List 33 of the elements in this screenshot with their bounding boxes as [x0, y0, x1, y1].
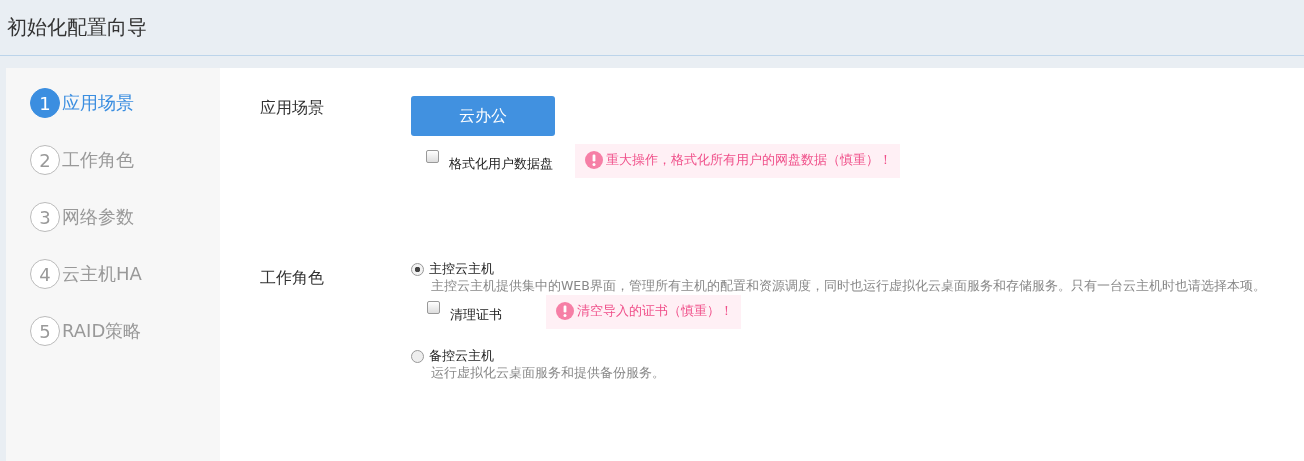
step-label: 网络参数: [62, 205, 134, 229]
step-item[interactable]: 3 网络参数: [30, 202, 134, 232]
role-description: 运行虚拟化云桌面服务和提供备份服务。: [431, 365, 666, 382]
role-description: 主控云主机提供集中的WEB界面，管理所有主机的配置和资源调度，同时也运行虚拟化云桌面服务和存储服务。只有一台云主机时也请选择本项。: [431, 278, 1266, 295]
step-number: 4: [30, 259, 60, 289]
scene-button[interactable]: 云办公: [411, 96, 555, 136]
step-label: 应用场景: [62, 91, 134, 115]
section-label: 应用场景: [260, 97, 325, 119]
step-item[interactable]: 2 工作角色: [30, 145, 134, 175]
step-item[interactable]: 5 RAID策略: [30, 316, 142, 346]
step-label: 工作角色: [62, 148, 134, 172]
section-label: 工作角色: [260, 267, 325, 289]
role-name: 主控云主机: [429, 260, 494, 278]
warning-text: 清空导入的证书（慎重）！: [577, 302, 733, 320]
step-label: RAID策略: [62, 319, 142, 343]
checkbox-label: 清理证书: [450, 306, 502, 324]
step-label: 云主机HA: [62, 262, 142, 286]
step-number: 5: [30, 316, 60, 346]
radio-button[interactable]: [411, 262, 424, 276]
warning-text: 重大操作，格式化所有用户的网盘数据（慎重）！: [606, 151, 892, 169]
checkbox-label: 格式化用户数据盘: [449, 155, 553, 173]
step-item[interactable]: 4 云主机HA: [30, 259, 142, 289]
step-number: 3: [30, 202, 60, 232]
checkbox[interactable]: [427, 301, 440, 314]
window-title: 初始化配置向导: [7, 14, 147, 41]
role-name: 备控云主机: [429, 347, 494, 365]
step-item[interactable]: 1 应用场景: [30, 88, 134, 118]
radio-button[interactable]: [411, 349, 424, 363]
step-number: 2: [30, 145, 60, 175]
step-number: 1: [30, 88, 60, 118]
checkbox[interactable]: [426, 150, 439, 163]
warning-icon: [556, 302, 574, 320]
warning-icon: [585, 151, 603, 169]
